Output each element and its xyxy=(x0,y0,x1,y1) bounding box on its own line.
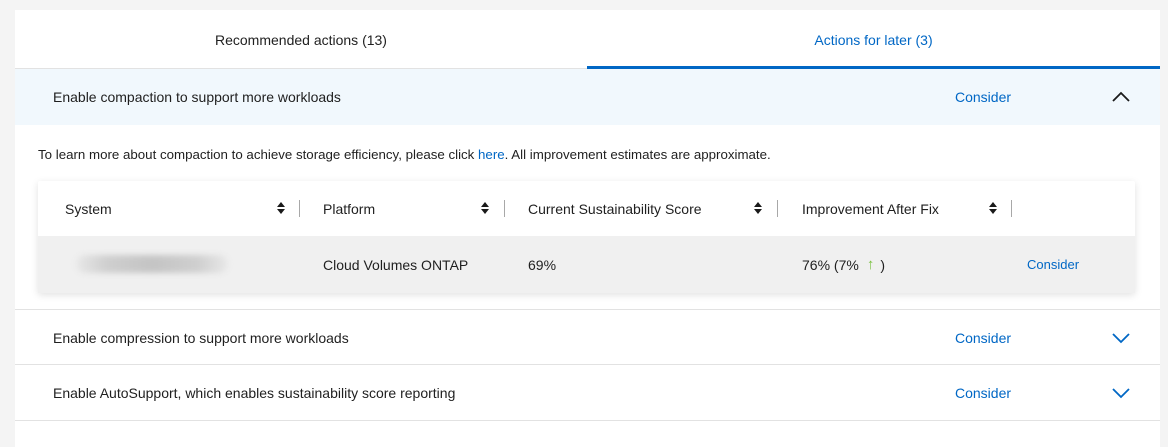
sort-icon[interactable] xyxy=(276,200,286,216)
learn-more-link[interactable]: here xyxy=(478,147,505,162)
row-consider-link[interactable]: Consider xyxy=(1027,236,1079,293)
system-name-redacted xyxy=(76,255,228,273)
consider-link[interactable]: Consider xyxy=(955,310,1011,366)
sort-icon[interactable] xyxy=(988,200,998,216)
consider-link[interactable]: Consider xyxy=(955,69,1011,125)
column-divider xyxy=(504,200,505,217)
column-header-platform: Platform xyxy=(323,200,376,217)
tab-actions-for-later[interactable]: Actions for later (3) xyxy=(587,10,1160,69)
improvement-suffix: ) xyxy=(880,256,885,273)
info-text: To learn more about compaction to achiev… xyxy=(38,147,771,162)
chevron-down-icon[interactable] xyxy=(1109,382,1133,404)
recommendation-row-compaction[interactable]: Enable compaction to support more worklo… xyxy=(15,69,1160,125)
recommendation-title: Enable compaction to support more worklo… xyxy=(53,89,341,105)
column-divider xyxy=(299,200,300,217)
tab-bar: Recommended actions (13) Actions for lat… xyxy=(15,10,1160,69)
table-row[interactable]: Cloud Volumes ONTAP 69% 76% (7% ↑ ) Cons… xyxy=(38,236,1135,293)
column-divider xyxy=(1011,200,1012,217)
table-header: System Platform Current Sustainability S… xyxy=(38,181,1135,236)
recommendation-row-autosupport[interactable]: Enable AutoSupport, which enables sustai… xyxy=(15,365,1160,421)
sort-icon[interactable] xyxy=(480,200,490,216)
improvement-cell: 76% (7% ↑ ) xyxy=(802,236,885,293)
sort-icon[interactable] xyxy=(753,200,763,216)
chevron-up-icon[interactable] xyxy=(1109,86,1133,108)
tab-recommended-actions[interactable]: Recommended actions (13) xyxy=(15,10,587,69)
column-header-improvement: Improvement After Fix xyxy=(802,200,939,217)
systems-table: System Platform Current Sustainability S… xyxy=(38,181,1135,293)
improvement-value: 76% (7% xyxy=(802,256,859,273)
consider-link[interactable]: Consider xyxy=(955,365,1011,421)
column-divider xyxy=(777,200,778,217)
recommendation-row-compression[interactable]: Enable compression to support more workl… xyxy=(15,309,1160,365)
recommendations-panel: Recommended actions (13) Actions for lat… xyxy=(15,10,1160,447)
chevron-down-icon[interactable] xyxy=(1109,327,1133,349)
column-header-current-score: Current Sustainability Score xyxy=(528,200,702,217)
column-header-system: System xyxy=(65,200,112,217)
arrow-up-icon: ↑ xyxy=(866,256,875,273)
info-text-prefix: To learn more about compaction to achiev… xyxy=(38,147,479,162)
recommendation-title: Enable compression to support more workl… xyxy=(53,330,349,346)
current-score-cell: 69% xyxy=(528,256,557,273)
recommendation-title: Enable AutoSupport, which enables sustai… xyxy=(53,385,456,401)
platform-cell: Cloud Volumes ONTAP xyxy=(323,256,469,273)
recommendation-details: To learn more about compaction to achiev… xyxy=(15,125,1160,309)
info-text-suffix: . All improvement estimates are approxim… xyxy=(504,147,771,162)
